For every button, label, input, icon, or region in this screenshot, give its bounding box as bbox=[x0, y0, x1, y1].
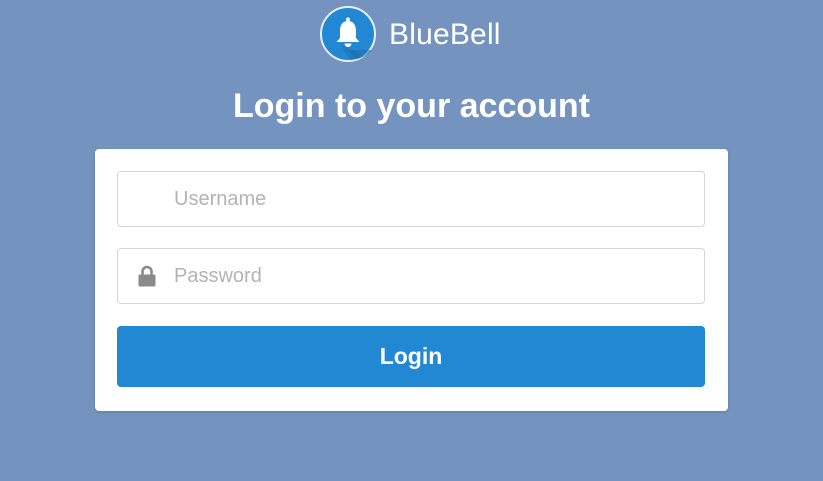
page-title: Login to your account bbox=[233, 87, 590, 125]
login-card: Login bbox=[95, 149, 728, 411]
username-input[interactable] bbox=[118, 172, 704, 226]
brand-name: BlueBell bbox=[389, 18, 501, 51]
password-field bbox=[117, 248, 705, 304]
login-button[interactable]: Login bbox=[117, 326, 705, 387]
bell-icon bbox=[320, 6, 376, 62]
brand-header: BlueBell bbox=[320, 6, 501, 62]
username-field bbox=[117, 171, 705, 227]
password-input[interactable] bbox=[118, 249, 704, 303]
